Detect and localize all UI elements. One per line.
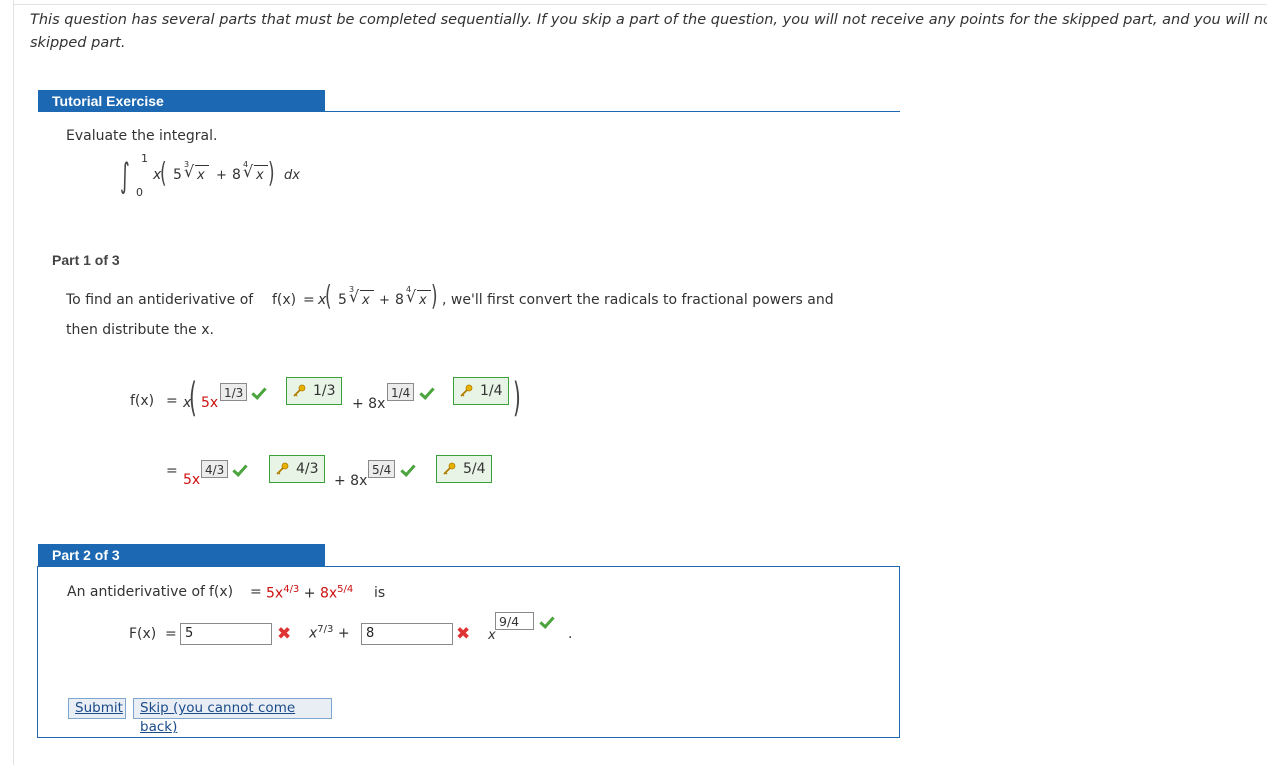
integral-lower-limit: 0 (136, 186, 143, 199)
radical-sign-2: √ (243, 162, 254, 181)
part2-period: . (568, 626, 573, 642)
answer-input-coef-1[interactable]: 5 (180, 623, 272, 645)
row2-key-2: 5/4 (436, 455, 492, 483)
integral-upper-limit: 1 (141, 152, 148, 165)
radical-sign-1: √ (184, 162, 195, 181)
key-icon (443, 462, 456, 475)
vinculum-1 (195, 165, 209, 166)
part1-vinculum-2 (417, 290, 431, 291)
row2-term1: 5x (183, 472, 201, 488)
part1-radicand-2: x (419, 293, 427, 308)
coef-2: 8 (232, 167, 241, 183)
part1-text-after: , we'll first convert the radicals to fr… (442, 292, 834, 308)
part1-coef-2: 8 (395, 292, 404, 308)
row1-key-1: 1/3 (286, 377, 342, 405)
checkmark-icon (251, 384, 267, 400)
row2-key-1-value: 4/3 (296, 461, 319, 477)
x-mark-icon: ✖ (277, 624, 292, 644)
row1-answer-2: 1/4 (387, 383, 414, 401)
part1-plus: + (379, 293, 390, 308)
part2-mid-exp: 7/3 (317, 624, 334, 635)
tutorial-prompt: Evaluate the integral. (66, 128, 218, 144)
row2-eq: = (166, 463, 178, 479)
part2-Fx: F(x) (129, 626, 157, 642)
row2-answer-2: 5/4 (368, 460, 395, 478)
row1-eq: = (166, 393, 178, 409)
part1-coef-1: 5 (338, 292, 347, 308)
left-border (13, 0, 14, 765)
coef-1: 5 (173, 167, 182, 183)
part1-equals: = (303, 292, 315, 308)
checkmark-icon (232, 461, 248, 477)
row1-key-1-value: 1/3 (313, 383, 336, 399)
part1-close-paren: ) (431, 279, 438, 312)
answer-input-coef-2[interactable]: 8 (361, 623, 453, 645)
part2-term-b-exp: 5/4 (337, 584, 354, 595)
key-icon (460, 384, 473, 397)
key-icon (276, 462, 289, 475)
x-mark-icon: ✖ (456, 624, 471, 644)
key-icon (293, 384, 306, 397)
row2-key-2-value: 5/4 (463, 461, 486, 477)
part1-radical-2: √ (406, 287, 417, 306)
row1-key-2-value: 1/4 (480, 383, 503, 399)
part2-term-a: 5x (266, 585, 284, 602)
part1-open-paren: ( (325, 279, 332, 312)
intro-line-1: This question has several parts that mus… (30, 12, 1267, 28)
tutorial-rule (38, 111, 900, 112)
part2-term-a-exp: 4/3 (283, 584, 300, 595)
checkmark-icon (400, 461, 416, 477)
part2-Fx-eq: = (165, 626, 177, 642)
row1-close-paren: ) (513, 375, 521, 421)
row1-open-paren: ( (189, 375, 197, 421)
checkmark-icon (419, 384, 435, 400)
row2-answer-1: 4/3 (201, 460, 228, 478)
integral-plus: + (216, 168, 227, 183)
row2-plus-term: + 8x (334, 473, 368, 489)
part2-term-b: 8x (319, 585, 338, 602)
part2-end-x: x (488, 628, 496, 643)
radicand-2: x (256, 168, 264, 183)
part1-fx: f(x) (272, 292, 297, 308)
row2-key-1: 4/3 (269, 455, 325, 483)
row1-key-2: 1/4 (453, 377, 509, 405)
top-border (13, 4, 1267, 5)
intro-line-2: skipped part. (30, 35, 126, 51)
part-1-label: Part 1 of 3 (52, 252, 120, 268)
part2-text-before: An antiderivative of (67, 584, 205, 600)
part-2-tab: Part 2 of 3 (38, 544, 325, 566)
vinculum-2 (254, 165, 268, 166)
close-paren: ) (268, 156, 275, 189)
row1-term1: 5x (201, 395, 219, 411)
part2-expr-plus: + (303, 585, 316, 602)
integral-dx: dx (284, 168, 300, 183)
tutorial-exercise-tab: Tutorial Exercise (38, 90, 325, 112)
part2-exponent-answer: 9/4 (495, 612, 534, 630)
part1-radicand-1: x (362, 293, 370, 308)
row1-plus-term: + 8x (352, 396, 386, 412)
submit-button[interactable]: Submit (68, 698, 126, 719)
part1-line-2: then distribute the x. (66, 322, 214, 338)
integral-sign: ∫ (120, 156, 130, 196)
row1-lhs: f(x) (130, 393, 155, 409)
row1-answer-1: 1/3 (220, 383, 247, 401)
part1-radical-1: √ (349, 287, 360, 306)
part2-expr: 5x4/3 + 8x5/4 (266, 584, 353, 602)
part2-fx: f(x) (209, 584, 234, 600)
part1-vinculum-1 (360, 290, 374, 291)
open-paren: ( (160, 156, 167, 189)
part2-eq: = (250, 584, 262, 600)
part2-mid-term: x7/3 + (309, 624, 350, 642)
skip-button[interactable]: Skip (you cannot come back) (133, 698, 332, 735)
part2-is: is (374, 585, 386, 601)
part2-mid-plus: + (337, 625, 350, 642)
radicand-1: x (197, 168, 205, 183)
part1-text-before: To find an antiderivative of (66, 292, 254, 308)
